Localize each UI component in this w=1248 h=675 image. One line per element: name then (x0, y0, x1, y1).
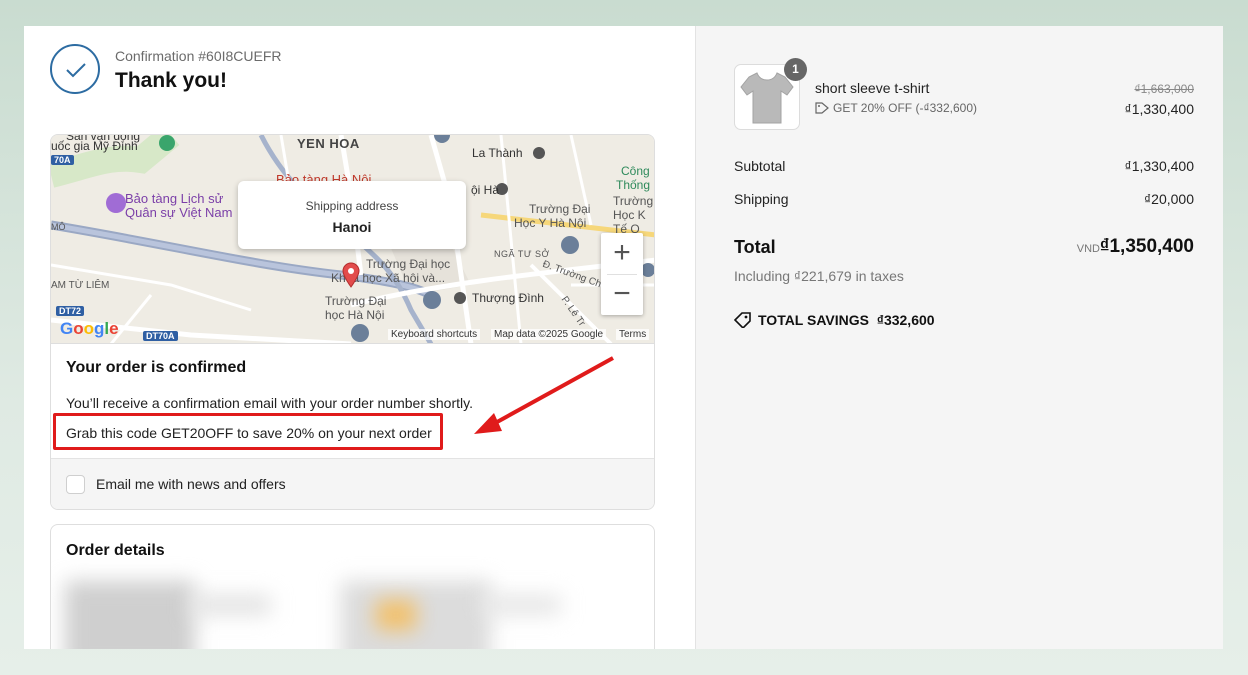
confirmation-message: You’ll receive a confirmation email with… (66, 395, 473, 411)
newsletter-label[interactable]: Email me with news and offers (96, 476, 286, 492)
original-price: ₫1,663,000 (1134, 82, 1194, 96)
promo-code-message: Grab this code GET20OFF to save 20% on y… (66, 425, 432, 441)
taxes-note: Including ₫221,679 in taxes (734, 268, 904, 284)
tag-icon (815, 102, 829, 114)
order-details-card: Order details (50, 524, 655, 649)
map-label: Trường Đại (325, 294, 387, 308)
item-price: ₫1,330,400 (1124, 101, 1194, 117)
blurred-content (481, 595, 561, 615)
product-name: short sleeve t-shirt (815, 80, 930, 96)
order-summary: 1 short sleeve t-shirt GET 20% OFF (-₫33… (695, 26, 1223, 649)
map-label: Bảo tàng Lịch sử (125, 191, 224, 206)
total-value: ₫1,350,400 (1099, 236, 1194, 257)
zoom-out-button[interactable]: − (601, 274, 643, 315)
map-label: Quân sự Việt Nam (125, 205, 233, 220)
total-label: Total (734, 237, 776, 257)
check-circle-icon (50, 44, 100, 94)
map-label: Trường Đại (529, 202, 591, 216)
total-savings: TOTAL SAVINGS ₫332,600 (733, 312, 935, 330)
savings-value: ₫332,600 (876, 312, 935, 328)
map-zoom-controls: + − (601, 233, 643, 315)
discount-row: GET 20% OFF (-₫332,600) (815, 101, 977, 115)
map-label: La Thành (472, 146, 523, 160)
terms-link[interactable]: Terms (616, 329, 650, 340)
blurred-content (65, 581, 195, 649)
map-label: Học Y Hà Nội (514, 216, 587, 230)
savings-label: TOTAL SAVINGS (758, 312, 869, 328)
map-label: uốc gia Mỹ Đình (51, 139, 138, 153)
subtotal-value: ₫1,330,400 (1124, 158, 1194, 174)
confirmation-number: Confirmation #60I8CUEFR (115, 48, 282, 64)
zoom-in-button[interactable]: + (601, 233, 643, 274)
map-label: Trường (613, 194, 654, 208)
road-badge: 70A (51, 155, 74, 165)
map-label: Học K (613, 208, 646, 222)
map-label: AM TỪ LIÊM (51, 280, 110, 291)
map-label: học Hà Nội (325, 308, 385, 322)
road-badge: DT70A (143, 331, 178, 341)
shipping-address-popup: Shipping address Hanoi (238, 181, 466, 249)
order-details-title: Order details (66, 542, 165, 559)
total-currency: VND (1076, 243, 1100, 255)
location-pin-icon (342, 262, 360, 288)
map-label: Công (621, 164, 650, 178)
shipping-value: ₫20,000 (1143, 191, 1194, 207)
shipping-map[interactable]: Sân vận động uốc gia Mỹ Đình YEN HOA La … (51, 135, 654, 344)
map-label: Thượng Đình (472, 291, 544, 305)
order-confirmed-title: Your order is confirmed (66, 359, 247, 376)
popup-city: Hanoi (332, 219, 372, 235)
google-logo: Google (60, 319, 119, 338)
map-label: NGÃ TƯ SỞ (494, 249, 550, 259)
savings-tag-icon (733, 312, 751, 330)
map-label: Trường Đại học (366, 257, 451, 271)
keyboard-shortcuts-link[interactable]: Keyboard shortcuts (388, 329, 481, 340)
map-label: MÔ (51, 222, 66, 232)
map-label: Thống (616, 178, 651, 192)
map-label: YEN HOA (297, 136, 360, 151)
main-column: Confirmation #60I8CUEFR Thank you! Sân v… (24, 26, 695, 649)
blurred-content (376, 600, 416, 630)
checkout-frame: Confirmation #60I8CUEFR Thank you! Sân v… (24, 26, 1223, 649)
confirmation-card: Sân vận động uốc gia Mỹ Đình YEN HOA La … (50, 134, 655, 510)
blurred-content (341, 581, 491, 649)
map-data-attribution: Map data ©2025 Google (491, 329, 607, 340)
page-title: Thank you! (115, 69, 228, 92)
road-badge: DT72 (56, 306, 85, 316)
newsletter-row: Email me with news and offers (51, 458, 654, 509)
map-label: ội Hà (471, 183, 500, 197)
quantity-badge: 1 (784, 58, 807, 81)
subtotal-label: Subtotal (734, 158, 786, 174)
shipping-label: Shipping (734, 191, 789, 207)
blurred-content (191, 595, 271, 615)
newsletter-checkbox[interactable] (66, 475, 85, 494)
popup-label: Shipping address (305, 199, 399, 213)
discount-label: GET 20% OFF (-₫332,600) (833, 101, 977, 115)
